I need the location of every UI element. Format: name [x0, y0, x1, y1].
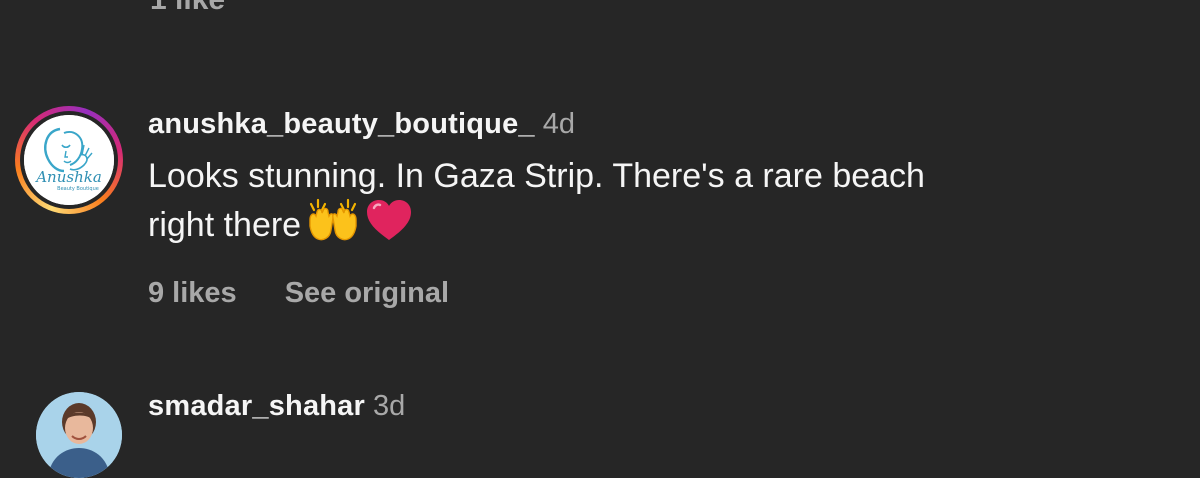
comment-username[interactable]: smadar_shahar [148, 390, 365, 422]
user-photo-icon [36, 392, 122, 478]
raising-hands-icon [307, 198, 359, 253]
previous-comment-likes[interactable]: 1 like [150, 0, 225, 18]
comment-username[interactable]: anushka_beauty_boutique_ [148, 108, 535, 140]
comment-time: 4d [542, 108, 575, 140]
avatar-logo-subtext: Beauty Boutique [57, 186, 99, 192]
avatar[interactable]: Anushka Beauty Boutique [24, 115, 114, 205]
avatar-story-ring[interactable]: Anushka Beauty Boutique [15, 106, 123, 214]
comment-time: 3d [373, 390, 406, 422]
see-original-button[interactable]: See original [285, 277, 449, 309]
comment-text: Looks stunning. In Gaza Strip. There's a… [148, 154, 968, 253]
comment-text-content: Looks stunning. In Gaza Strip. There's a… [148, 157, 925, 244]
red-heart-icon [365, 198, 413, 253]
comment-likes[interactable]: 9 likes [148, 277, 237, 309]
avatar-logo-text: Anushka [36, 168, 102, 186]
avatar[interactable] [36, 392, 122, 478]
